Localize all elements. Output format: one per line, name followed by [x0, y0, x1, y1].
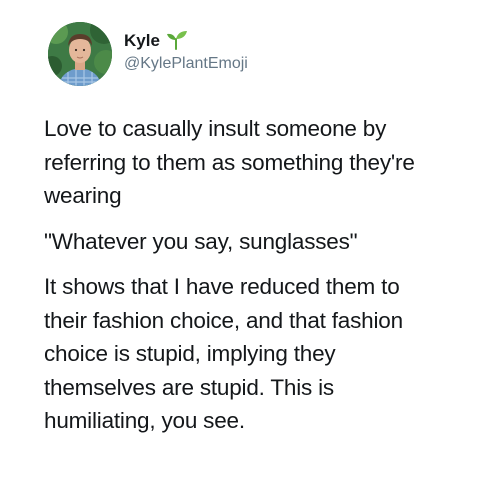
name-row: Kyle: [124, 30, 248, 52]
author-identity: Kyle @KylePlantEmoji: [124, 20, 248, 84]
display-name[interactable]: Kyle: [124, 30, 160, 52]
tweet-card: Kyle @KylePlantEmoji Love to casually in…: [0, 0, 500, 500]
author-handle[interactable]: @KylePlantEmoji: [124, 53, 248, 75]
tweet-paragraph: It shows that I have reduced them to the…: [44, 274, 403, 433]
avatar[interactable]: [48, 22, 112, 86]
tweet-header: Kyle @KylePlantEmoji: [48, 21, 248, 87]
tweet-paragraph: "Whatever you say, sunglasses": [44, 228, 358, 254]
tweet-text: Love to casually insult someone by refer…: [44, 112, 484, 438]
tweet-paragraph: Love to casually insult someone by refer…: [44, 116, 415, 208]
seedling-icon: [166, 30, 188, 50]
